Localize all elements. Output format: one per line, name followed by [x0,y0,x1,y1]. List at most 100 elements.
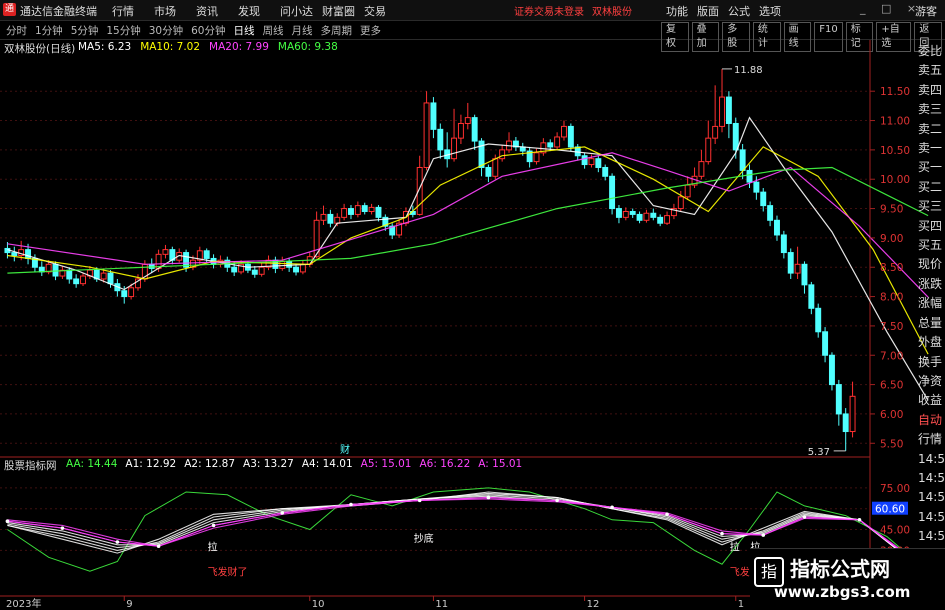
quote-field-label: 14:50 [918,490,945,505]
candle-body [327,213,334,224]
candle-body [279,260,286,269]
indicator-dot [417,498,422,503]
indicator-dot [60,526,65,530]
candle-body [561,125,567,138]
candle-body [66,269,73,280]
candle-body [629,210,636,215]
event-marker: 财 [340,443,350,456]
candle-body [457,122,464,139]
quote-field-label: 14:50 [918,529,945,544]
candle-body [588,158,595,166]
candle-body [774,219,780,236]
candle-body [746,169,753,183]
candle-body [11,252,18,257]
high-label: 11.88 [734,65,763,76]
quote-field-label: 卖一 [918,141,943,156]
candle-body [760,191,767,207]
price-tick-label: 11.00 [880,116,910,128]
quote-field-label: 委比 [918,44,943,58]
quote-field-label: 现价 [918,257,943,272]
candle-body [107,272,114,285]
indicator-dot [349,502,353,507]
candle-body [554,136,561,148]
quote-field-label: 14:50 [918,470,945,485]
candle-body [684,184,691,198]
quote-field-label: 卖五 [918,63,943,78]
quote-field-label: 行情 [918,432,943,447]
candle-body [835,384,842,415]
candle-body [203,250,210,259]
candle-body [849,395,856,433]
quote-field-label: 卖三 [918,102,943,117]
quote-field-label: 14:50 [918,451,945,466]
candle-body [368,206,375,212]
candle-body [485,166,492,177]
candle-body [128,287,135,298]
x-tick-label: 2023年 [6,597,41,609]
quote-field-label: 卖四 [918,82,943,97]
candle-body [705,137,712,163]
candle-body [567,125,574,148]
quote-field-label: 涨跌 [918,276,943,291]
quote-field-label: 涨幅 [918,296,943,311]
indicator-dot [5,519,10,523]
indicator-tick-label: 60.60 [875,504,905,516]
candle-body [73,278,80,285]
candle-body [815,307,822,333]
candle-body [354,205,361,215]
quote-field-label: 自动 [918,412,943,427]
indicator-dot [720,531,724,536]
price-tick-label: 9.00 [880,233,903,245]
candle-body [808,284,815,309]
candle-body [650,212,657,218]
candle-body [162,249,169,255]
candle-body [622,210,629,218]
indicator-dot [486,495,491,500]
quote-field-label: 14:50 [918,509,945,524]
candle-body [657,216,664,224]
candle-body [780,234,787,254]
candle-body [251,269,258,275]
candle-body [121,290,128,298]
candle-body [341,208,348,218]
price-tick-label: 6.00 [880,409,903,421]
candle-body [794,263,801,274]
ma-line-ma10 [7,146,929,355]
candle-body [293,266,299,273]
candle-body [464,117,471,124]
candle-body [767,205,774,221]
candle-body [677,196,684,210]
chart-canvas[interactable]: 11.50 11.00 10.50 10.00 9.50 9.00 8.50 8.00 7.50… [0,0,945,609]
indicator-dot [665,512,669,517]
candle-body [25,249,32,259]
quote-field-label: 收益 [918,393,943,408]
low-label: 5.37 [808,447,830,458]
indicator-tick-label: 45.00 [880,525,910,537]
candle-body [664,215,671,224]
candle-body [430,102,437,130]
signal-label: 拉 [730,540,740,553]
signal-label: 飞发财了 [208,565,248,578]
quote-field-label: 换手 [918,354,943,369]
indicator-dot [115,540,120,544]
quote-field-label: 总量 [918,315,943,330]
signal-label: 抄底 [414,532,434,545]
quote-panel: 委比 卖五 卖四 卖三 卖二 卖一 买一 买二 买三 买四 买五 现价 涨跌 涨幅 总量 外盘 换手 净资 收益 自动… [918,42,945,585]
candle-body [320,213,327,221]
price-tick-label: 10.00 [880,174,910,186]
price-tick-label: 9.50 [880,204,903,216]
candle-body [299,263,306,273]
candle-body [348,208,354,215]
price-tick-label: 7.00 [880,350,903,362]
candle-body [609,175,616,210]
candle-body [52,263,59,277]
quote-field-label: 买五 [918,238,943,253]
price-tick-label: 7.50 [880,321,903,333]
indicator-dot [156,544,161,548]
candle-body [361,205,368,212]
site-watermark: 指 指标公式网 www.zbgs3.com [750,548,945,610]
candle-body [602,166,609,177]
candle-body [842,413,849,433]
indicator-dot [802,515,807,519]
candle-body [719,96,725,127]
